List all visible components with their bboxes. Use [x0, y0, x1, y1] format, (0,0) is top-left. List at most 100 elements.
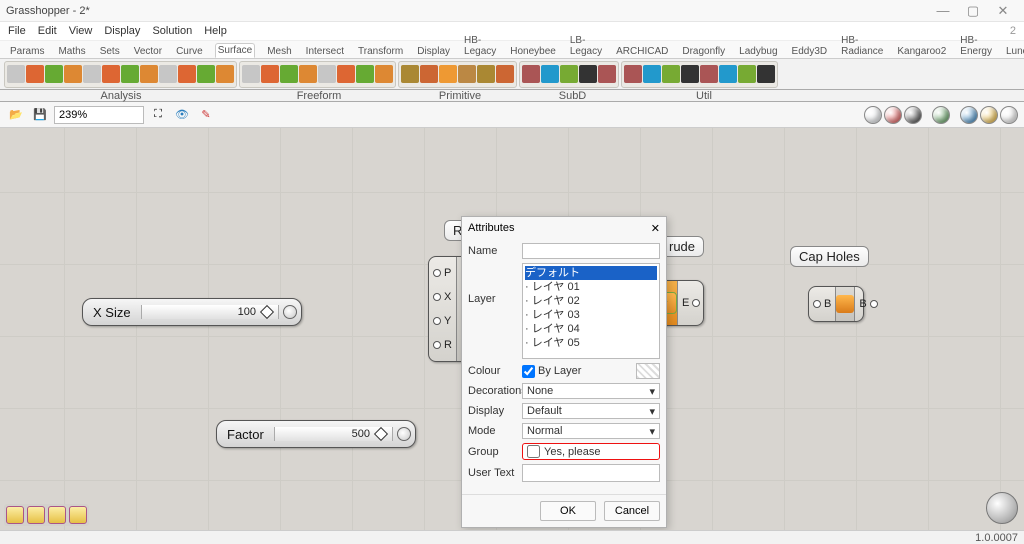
usertext-field[interactable] — [522, 464, 660, 482]
mode-select[interactable]: Normal▾ — [522, 423, 660, 439]
preview-toggle[interactable]: 👁 — [172, 105, 192, 125]
tab-vector[interactable]: Vector — [132, 45, 164, 58]
ribbon-icon[interactable] — [522, 65, 540, 83]
tab-hb-radiance[interactable]: HB-Radiance — [839, 34, 885, 58]
tab-intersect[interactable]: Intersect — [304, 45, 346, 58]
tray-icon-2[interactable] — [27, 506, 45, 524]
group-checkbox-row[interactable]: Yes, please — [522, 443, 660, 460]
ribbon-icon[interactable] — [102, 65, 120, 83]
dialog-titlebar[interactable]: Attributes ✕ — [462, 217, 666, 239]
ribbon-icon[interactable] — [178, 65, 196, 83]
ribbon-icon[interactable] — [738, 65, 756, 83]
slider-x-size[interactable]: X Size 100 — [82, 298, 302, 326]
ribbon-icon[interactable] — [700, 65, 718, 83]
ribbon-icon[interactable] — [496, 65, 514, 83]
ribbon-icon[interactable] — [477, 65, 495, 83]
layer-item[interactable]: · レイヤ 04 — [525, 322, 657, 336]
minimize-button[interactable]: — — [928, 3, 958, 18]
ribbon-icon[interactable] — [757, 65, 775, 83]
zoom-extents-button[interactable]: ⛶ — [148, 105, 168, 125]
save-file-button[interactable]: 💾 — [30, 105, 50, 125]
tab-hb-energy[interactable]: HB-Energy — [958, 34, 994, 58]
menu-file[interactable]: File — [8, 25, 26, 37]
name-field[interactable] — [522, 243, 660, 259]
slider-factor-track[interactable]: 500 — [274, 427, 393, 441]
tab-params[interactable]: Params — [8, 45, 46, 58]
sketch-button[interactable]: ✎ — [196, 105, 216, 125]
ribbon-icon[interactable] — [624, 65, 642, 83]
component-capholes[interactable]: B B — [808, 286, 864, 322]
ribbon-icon[interactable] — [197, 65, 215, 83]
ribbon-icon[interactable] — [26, 65, 44, 83]
tray-icon-3[interactable] — [48, 506, 66, 524]
ribbon-icon[interactable] — [541, 65, 559, 83]
port-cap-out[interactable]: B — [859, 298, 866, 310]
ribbon-icon[interactable] — [299, 65, 317, 83]
display-sphere-2[interactable] — [904, 106, 922, 124]
tab-archicad[interactable]: ARCHICAD — [614, 45, 670, 58]
display-sphere-5[interactable] — [980, 106, 998, 124]
tab-display[interactable]: Display — [415, 45, 452, 58]
display-sphere-3[interactable] — [932, 106, 950, 124]
tab-sets[interactable]: Sets — [98, 45, 122, 58]
port-x[interactable]: X — [444, 291, 451, 303]
tab-hb-legacy[interactable]: HB-Legacy — [462, 34, 498, 58]
menu-edit[interactable]: Edit — [38, 25, 57, 37]
tab-lunchbox[interactable]: LunchBox — [1004, 45, 1024, 58]
ribbon-icon[interactable] — [662, 65, 680, 83]
tab-maths[interactable]: Maths — [56, 45, 87, 58]
display-sphere-4[interactable] — [960, 106, 978, 124]
layer-item[interactable]: · レイヤ 05 — [525, 336, 657, 350]
layer-item[interactable]: · レイヤ 02 — [525, 294, 657, 308]
group-checkbox[interactable] — [527, 445, 540, 458]
tab-dragonfly[interactable]: Dragonfly — [680, 45, 727, 58]
slider-x-size-handle[interactable] — [260, 305, 274, 319]
close-button[interactable]: ✕ — [988, 3, 1018, 19]
display-sphere-0[interactable] — [864, 106, 882, 124]
slider-x-size-track[interactable]: 100 — [141, 305, 279, 319]
ribbon-icon[interactable] — [159, 65, 177, 83]
port-r[interactable]: R — [444, 339, 452, 351]
ribbon-icon[interactable] — [45, 65, 63, 83]
ribbon-icon[interactable] — [719, 65, 737, 83]
tab-ladybug[interactable]: Ladybug — [737, 45, 779, 58]
ribbon-icon[interactable] — [356, 65, 374, 83]
colour-swatch[interactable] — [636, 363, 660, 379]
tray-icon-1[interactable] — [6, 506, 24, 524]
layer-item[interactable]: · レイヤ 01 — [525, 280, 657, 294]
ribbon-icon[interactable] — [643, 65, 661, 83]
slider-factor-handle[interactable] — [374, 427, 388, 441]
tab-eddy3d[interactable]: Eddy3D — [790, 45, 830, 58]
menu-view[interactable]: View — [69, 25, 93, 37]
ribbon-icon[interactable] — [280, 65, 298, 83]
ribbon-icon[interactable] — [216, 65, 234, 83]
port-cap-in[interactable]: B — [824, 298, 831, 310]
ribbon-icon[interactable] — [375, 65, 393, 83]
ribbon-icon[interactable] — [458, 65, 476, 83]
tray-icon-4[interactable] — [69, 506, 87, 524]
ribbon-icon[interactable] — [439, 65, 457, 83]
slider-x-size-output[interactable] — [283, 305, 297, 319]
zoom-input[interactable] — [54, 106, 144, 124]
tab-transform[interactable]: Transform — [356, 45, 405, 58]
menu-help[interactable]: Help — [204, 25, 227, 37]
maximize-button[interactable]: ▢ — [958, 3, 988, 19]
ok-button[interactable]: OK — [540, 501, 596, 521]
ribbon-icon[interactable] — [242, 65, 260, 83]
ribbon-icon[interactable] — [140, 65, 158, 83]
slider-factor-output[interactable] — [397, 427, 411, 441]
ribbon-icon[interactable] — [401, 65, 419, 83]
ribbon-icon[interactable] — [261, 65, 279, 83]
tab-curve[interactable]: Curve — [174, 45, 205, 58]
tab-lb-legacy[interactable]: LB-Legacy — [568, 34, 604, 58]
layer-listbox[interactable]: デフォルト· レイヤ 01· レイヤ 02· レイヤ 03· レイヤ 04· レ… — [522, 263, 660, 359]
display-select[interactable]: Default▾ — [522, 403, 660, 419]
canvas[interactable]: X Size 100 Factor 500 Rec P X Y R rude ↑ — [0, 128, 1024, 530]
port-e[interactable]: E — [682, 297, 689, 309]
menu-display[interactable]: Display — [104, 25, 140, 37]
tab-honeybee[interactable]: Honeybee — [508, 45, 558, 58]
compass-knob[interactable] — [986, 492, 1018, 524]
cancel-button[interactable]: Cancel — [604, 501, 660, 521]
dialog-close-icon[interactable]: ✕ — [651, 222, 660, 235]
layer-item[interactable]: · レイヤ 03 — [525, 308, 657, 322]
